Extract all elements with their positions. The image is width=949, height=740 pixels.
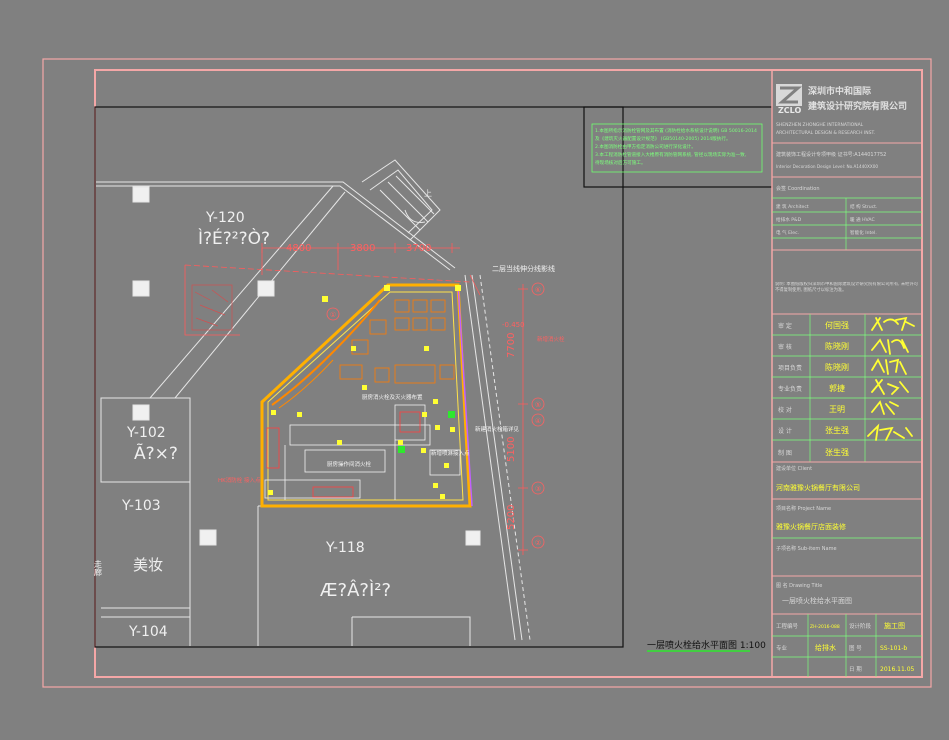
dimension-text: 4800 3800 3700 7700 5100 5200 -0.450 上 <box>286 189 525 530</box>
signature-scribbles <box>867 316 915 441</box>
room-y120-name: Ì?É?²?Ò? <box>198 227 270 249</box>
svg-text:①: ① <box>330 311 336 319</box>
sign-role: 专业负责 <box>778 385 802 393</box>
sign-role: 设 计 <box>778 427 792 435</box>
project-name: 雅豫火锅餐厅店面装修 <box>776 522 846 531</box>
dim-top-2: 3800 <box>350 243 375 254</box>
company-name-en-1: SHENZHEN ZHONGHE INTERNATIONAL <box>776 122 864 128</box>
kitchen-label-c: 厨房操作间消火栓 <box>327 460 372 468</box>
coordination-header: 会签 Coordination <box>776 185 820 192</box>
kitchen-label-d: 新增喷淋接入点 <box>431 449 470 457</box>
footer-label: 日 期 <box>849 666 862 673</box>
client-header: 建设单位 Client <box>776 465 812 472</box>
note-line-3: 2.本图消防栓由甲方指定消防公司进行深化设计。 <box>595 143 696 150</box>
west-side-label: 走廊 <box>94 560 103 577</box>
footer-value: ZH-2016-088 <box>810 624 840 630</box>
sign-name: 郭捷 <box>829 383 845 393</box>
room-y102-code: Y-102 <box>126 425 166 441</box>
footer-label: 专业 <box>776 644 788 652</box>
coord-cell: 结 构 Struct. <box>850 203 877 210</box>
sign-role: 制 图 <box>778 449 792 457</box>
note-line-4: 3.本工程消防栓管道接入大楼原有消防管网系统, 管径以现场实际为准一致, <box>595 151 747 158</box>
sign-name: 陈晓刚 <box>825 362 849 372</box>
sign-role: 项目负责 <box>778 364 802 372</box>
room-y103-code: Y-103 <box>121 498 161 514</box>
level-mark: -0.450 <box>502 321 525 329</box>
company-name-en-2: ARCHITECTURAL DESIGN & RESEARCH INST. <box>776 130 875 136</box>
sign-role: 审 定 <box>778 322 792 330</box>
dim-top-1: 4800 <box>286 243 311 254</box>
coord-cell: 暖 通 HVAC <box>850 216 875 223</box>
kitchen-label-a: 厨房消火栓及灭火器布置 <box>362 393 423 401</box>
viewport-frame <box>94 106 624 648</box>
drawing-title-header: 图 名 Drawing Title <box>776 582 822 589</box>
sign-name: 张生强 <box>825 447 849 457</box>
room-y103-name: 美妆 <box>133 556 163 574</box>
company-name-cn: 深圳市中和国际 <box>808 85 871 97</box>
dimension-lines <box>184 243 528 555</box>
svg-text:⑤: ⑤ <box>535 401 541 409</box>
svg-text:④: ④ <box>535 417 541 425</box>
logo-letters: ZCLO <box>778 106 801 115</box>
dim-right-2: 5100 <box>506 437 517 462</box>
footer-label: 工程编号 <box>776 622 799 630</box>
stair-up-label: 上 <box>424 189 432 198</box>
sign-name: 张生强 <box>825 425 849 435</box>
sign-role: 校 对 <box>778 406 792 414</box>
company-name-cn-2: 建筑设计研究院有限公司 <box>808 100 907 112</box>
coord-cell: 智能化 Intel. <box>850 229 877 236</box>
coord-cell: 建 筑 Architect <box>776 203 809 210</box>
drawing-title: 一层喷火栓给水平面图 <box>782 596 852 605</box>
license-text: 建筑装饰工程设计专项甲级 证书号:A144017752 <box>776 151 886 158</box>
drawing-caption: 一层喷火栓给水平面图 1:100 <box>647 639 766 651</box>
footer-value: SS-101-b <box>880 645 907 652</box>
dim-right-1: 7700 <box>506 333 517 358</box>
svg-text:②: ② <box>535 539 541 547</box>
room-y118-name: Æ?Â?Ì²? <box>320 579 391 601</box>
copyright-note: 说明: 本图纸版权归深圳市中和国际建筑设计研究院有限公司所有, 未经许可不得复制… <box>775 282 919 293</box>
footer-value: 给排水 <box>815 643 836 652</box>
kitchen-label-b: 新建消火栓箱详见 <box>475 425 520 433</box>
coord-cell: 电 气 Elec. <box>776 229 799 236</box>
dim-top-3: 3700 <box>406 243 431 254</box>
kitchen-label-f: HK消防栓 接入点 <box>218 476 261 484</box>
room-y120-code: Y-120 <box>205 210 245 226</box>
kitchen-label-e: 新增消火栓 <box>537 335 565 343</box>
footer-value: 2016.11.05 <box>880 666 915 673</box>
upper-floor-note: 二层当线伸分线影线 <box>492 264 555 273</box>
svg-text:③: ③ <box>535 485 541 493</box>
project-header: 项目名称 Project Name <box>776 505 831 512</box>
note-line-1: 1.本图所指示消防栓管网及其布置 (消防栓给水系统设计说明) GB 50016-… <box>595 127 757 134</box>
green-notes: 1.本图所指示消防栓管网及其布置 (消防栓给水系统设计说明) GB 50016-… <box>595 127 757 166</box>
hatch-area <box>191 284 233 331</box>
client-name: 河南雅豫火锅餐厅有限公司 <box>776 483 860 492</box>
room-y104-code: Y-104 <box>128 624 168 640</box>
sign-name: 陈晓刚 <box>825 341 849 351</box>
footer-label: 设计阶段 <box>849 622 872 630</box>
sign-role: 审 核 <box>778 343 792 351</box>
footer-value: 施工图 <box>884 621 905 630</box>
hydrant-box-icon <box>398 446 405 453</box>
subitem-header: 子项名称 Sub-item Name <box>776 545 837 552</box>
footer-label: 图 号 <box>849 644 862 652</box>
license-en: Interior Decoration Design Level: No.A14… <box>776 164 878 169</box>
sign-name: 何国强 <box>825 320 849 330</box>
note-line-2: 及《建筑灭火器配置设计规范》 (GB50140-2005) 2014版执行。 <box>595 135 731 142</box>
room-y118-code: Y-118 <box>325 540 365 556</box>
title-block: ZCLO 深圳市中和国际 建筑设计研究院有限公司 SHENZHEN ZHONGH… <box>771 70 922 677</box>
svg-text:⑥: ⑥ <box>535 286 541 294</box>
room-y102-name: Ã?×? <box>134 442 178 464</box>
note-line-5: 待现场核对后方可施工。 <box>595 159 646 166</box>
sign-name: 王明 <box>829 405 845 414</box>
hydrant-box-icon <box>448 411 455 418</box>
dim-right-3: 5200 <box>506 505 517 530</box>
coord-cell: 给排水 P&D <box>776 216 802 223</box>
cad-drawing: Y-120 Ì?É?²?Ò? Y-102 Ã?×? Y-103 美妆 Y-118… <box>42 58 932 688</box>
